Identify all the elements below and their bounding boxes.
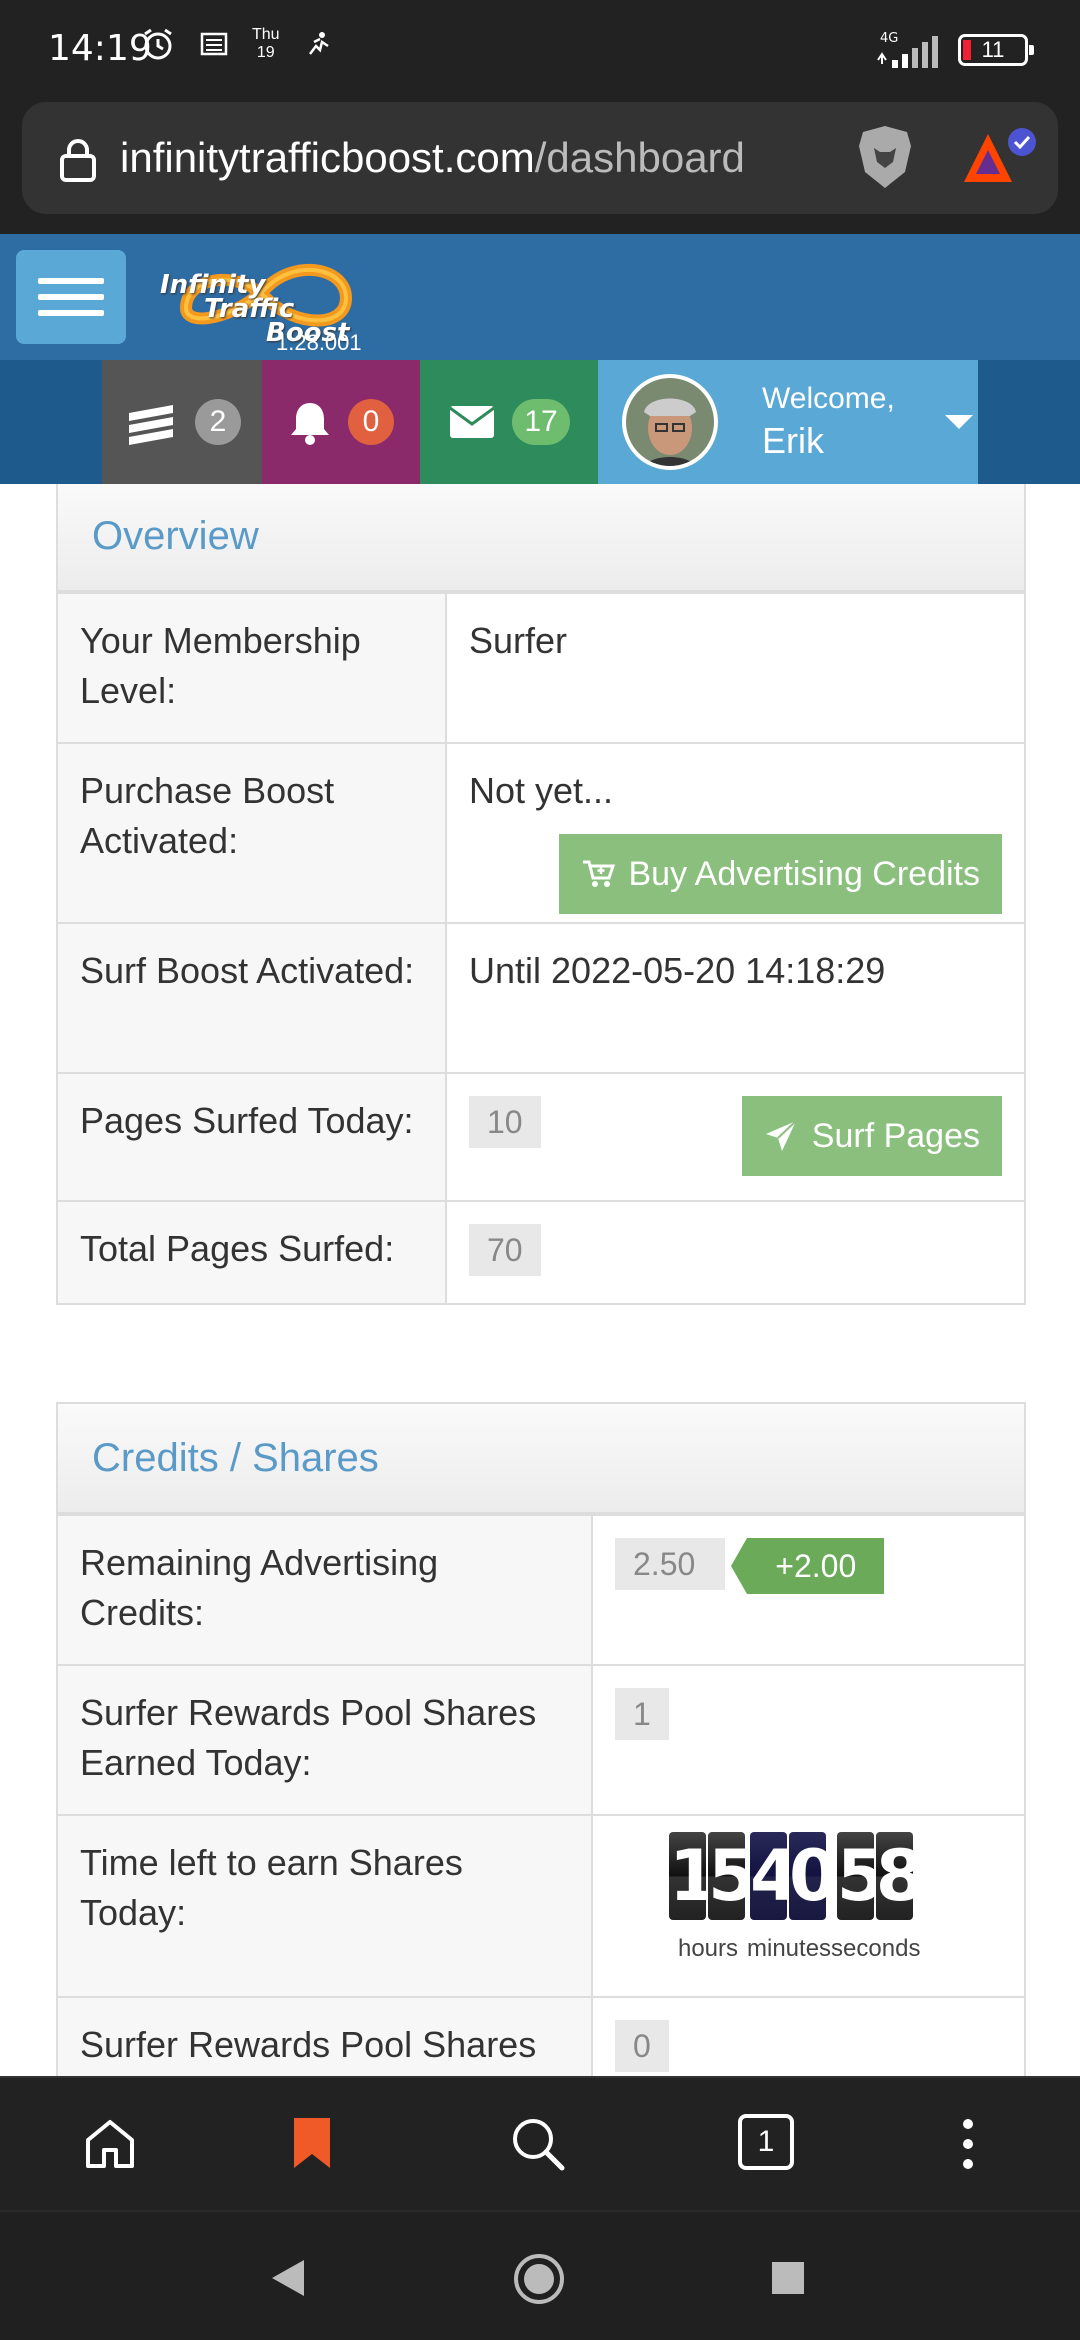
total-pages-value: 70	[469, 1224, 541, 1276]
table-row: Your Membership Level: Surfer	[58, 592, 1024, 743]
brave-shields-icon[interactable]	[854, 122, 916, 192]
table-row: Surfer Rewards Pool Shares Earned Today:…	[58, 1664, 1024, 1815]
overview-table: Your Membership Level: Surfer Purchase B…	[58, 592, 1024, 1303]
table-row: Pages Surfed Today: 10 Surf Pages	[58, 1072, 1024, 1201]
paper-plane-icon	[765, 1120, 797, 1151]
dashboard-content: Overview Your Membership Level: Surfer P…	[0, 484, 1080, 2076]
url-text[interactable]: infinitytrafficboost.com/dashboard	[120, 134, 820, 182]
home-circle-icon[interactable]	[512, 2252, 566, 2306]
back-icon[interactable]	[270, 2258, 306, 2298]
buy-advertising-credits-button[interactable]: Buy Advertising Credits	[558, 834, 1002, 914]
menu-button[interactable]	[16, 250, 126, 344]
pages-stack-icon	[129, 405, 173, 445]
remaining-credits-value: 2.50	[615, 1538, 726, 1590]
total-pages-label: Total Pages Surfed:	[58, 1200, 447, 1303]
membership-value: Surfer	[446, 592, 1024, 743]
signal-icon: 4G	[877, 31, 938, 68]
credits-delta-badge: +2.00	[731, 1538, 885, 1594]
tabs-count-button[interactable]: 1	[738, 2114, 794, 2170]
pages-today-cell: 10 Surf Pages	[446, 1072, 1024, 1201]
purchase-boost-cell: Not yet... Buy Advertising Credits	[446, 742, 1024, 923]
table-row: Remaining Advertising Credits: 2.50 +2.00	[58, 1514, 1024, 1665]
user-nav: 2 0 17 Welcome, Erik	[0, 360, 1080, 484]
table-row: Purchase Boost Activated: Not yet... Buy…	[58, 742, 1024, 923]
nav-messages-tab[interactable]: 17	[420, 360, 598, 484]
more-menu-icon[interactable]	[956, 2114, 980, 2174]
overview-panel: Overview Your Membership Level: Surfer P…	[56, 484, 1026, 1305]
total-pages-cell: 70	[446, 1200, 1024, 1303]
shares-yesterday-value: 0	[615, 2020, 669, 2072]
overview-heading: Overview	[58, 484, 1024, 592]
user-photo	[626, 378, 714, 466]
android-navigation-bar	[0, 2210, 1080, 2340]
table-row: Surfer Rewards Pool Shares Earned Yester…	[58, 1996, 1024, 2076]
shares-today-label: Surfer Rewards Pool Shares Earned Today:	[58, 1664, 593, 1815]
shares-today-cell: 1	[592, 1664, 1024, 1815]
membership-label: Your Membership Level:	[58, 592, 447, 743]
user-menu[interactable]: Welcome, Erik	[598, 360, 978, 484]
app-version: 1.28.001	[276, 330, 362, 355]
recents-icon[interactable]	[770, 2260, 806, 2296]
search-icon[interactable]	[508, 2114, 568, 2174]
surf-boost-value: Until 2022-05-20 14:18:29	[446, 922, 1024, 1073]
surf-count-badge: 2	[195, 399, 241, 445]
table-row: Time left to earn Shares Today: 1 5 hour…	[58, 1814, 1024, 1997]
pages-today-label: Pages Surfed Today:	[58, 1072, 447, 1201]
countdown-cell: 1 5 hours 4 0 minutes 5 8 seconds	[592, 1814, 1024, 1997]
battery-icon: 11	[958, 34, 1034, 66]
remaining-credits-cell: 2.50 +2.00	[592, 1514, 1024, 1665]
alarm-icon	[144, 28, 172, 60]
table-row: Total Pages Surfed: 70	[58, 1200, 1024, 1303]
credits-panel: Credits / Shares Remaining Advertising C…	[56, 1402, 1026, 2076]
shares-yesterday-label: Surfer Rewards Pool Shares Earned Yester…	[58, 1996, 593, 2076]
status-right: 4G 11	[874, 30, 1034, 70]
surf-boost-label: Surf Boost Activated:	[58, 922, 447, 1073]
credits-table: Remaining Advertising Credits: 2.50 +2.00…	[58, 1514, 1024, 2076]
countdown-timer: 1 5 hours 4 0 minutes 5 8 seconds	[669, 1832, 1002, 1974]
messages-badge: 17	[512, 399, 570, 445]
surf-pages-button[interactable]: Surf Pages	[741, 1096, 1002, 1176]
cart-icon	[582, 860, 615, 887]
user-name: Erik	[762, 420, 824, 461]
activity-icon	[308, 32, 329, 55]
credits-heading: Credits / Shares	[58, 1404, 1024, 1514]
table-row: Surf Boost Activated: Until 2022-05-20 1…	[58, 922, 1024, 1073]
remaining-credits-label: Remaining Advertising Credits:	[58, 1514, 593, 1665]
countdown-hours: 1 5 hours	[669, 1832, 757, 1974]
shares-yesterday-cell: 0	[592, 1996, 1024, 2076]
countdown-minutes: 4 0 minutes	[747, 1832, 838, 1974]
bell-icon	[291, 403, 329, 445]
brave-rewards-icon[interactable]	[960, 126, 1044, 194]
status-bar: 14:19 Thu 19 4G 11	[0, 0, 1080, 96]
browser-bottom-toolbar: 1	[0, 2076, 1080, 2210]
lock-icon	[60, 139, 96, 182]
countdown-seconds: 5 8 seconds	[831, 1832, 924, 1974]
address-bar[interactable]: infinitytrafficboost.com/dashboard	[22, 102, 1058, 214]
welcome-text: Welcome, Erik	[762, 382, 895, 461]
time-left-label: Time left to earn Shares Today:	[58, 1814, 593, 1997]
notifications-badge: 0	[348, 399, 394, 445]
home-icon[interactable]	[80, 2114, 140, 2174]
shares-today-value: 1	[615, 1688, 669, 1740]
chevron-down-icon	[944, 415, 973, 429]
status-time: 14:19	[48, 28, 152, 69]
purchase-boost-label: Purchase Boost Activated:	[58, 742, 447, 923]
purchase-boost-value: Not yet...	[469, 770, 614, 811]
data-saver-icon	[200, 32, 228, 56]
svg-text:4G: 4G	[880, 31, 898, 46]
calendar-icon: Thu 19	[252, 26, 280, 61]
nav-surf-tab[interactable]: 2	[102, 360, 262, 484]
nav-notifications-tab[interactable]: 0	[262, 360, 420, 484]
bookmark-icon[interactable]	[290, 2114, 334, 2174]
envelope-icon	[449, 406, 496, 438]
status-icons: Thu 19	[140, 26, 334, 62]
avatar	[622, 374, 718, 470]
pages-today-value: 10	[469, 1096, 541, 1148]
site-header: Infinity Traffic Boost 1.28.001	[0, 234, 1080, 360]
browser-toolbar-top: infinitytrafficboost.com/dashboard	[0, 96, 1080, 234]
